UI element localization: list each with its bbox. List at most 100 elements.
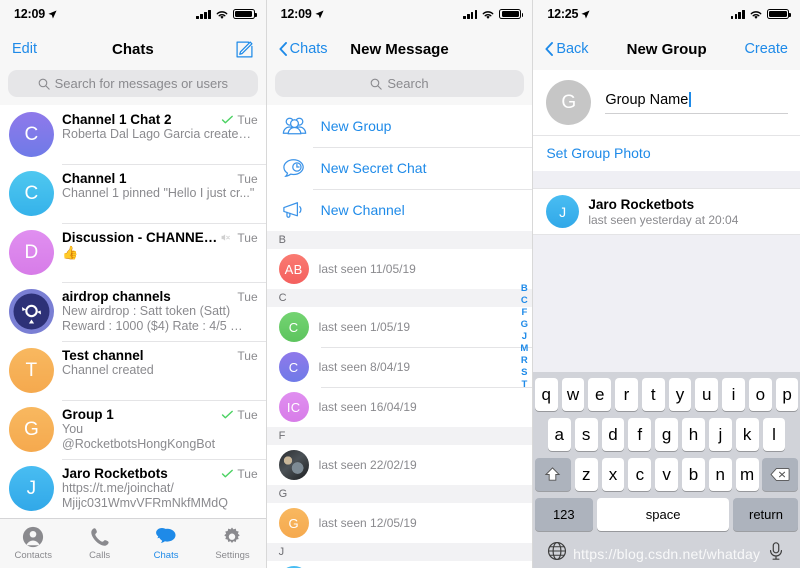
- key-r[interactable]: r: [615, 378, 638, 411]
- search-input[interactable]: Search for messages or users: [8, 70, 258, 97]
- keyboard-row-1[interactable]: qwertyuiop: [534, 378, 799, 411]
- key-g[interactable]: g: [655, 418, 679, 451]
- numbers-key[interactable]: 123: [534, 498, 593, 531]
- key-p[interactable]: p: [775, 378, 799, 411]
- back-button[interactable]: Back: [545, 41, 589, 57]
- key-e[interactable]: e: [588, 378, 612, 411]
- alphabet-index[interactable]: BCFGJMRST: [520, 283, 528, 390]
- tab-chats[interactable]: Chats: [133, 526, 199, 561]
- contact-row[interactable]: Clast seen 8/04/19: [266, 347, 533, 387]
- avatar: C: [9, 112, 54, 157]
- key-i[interactable]: i: [722, 378, 745, 411]
- chat-preview-2: Reward : 1000 ($4) Rate : 4/5 ⭐⭐...: [62, 319, 258, 333]
- chat-preview: Channel created: [62, 363, 154, 377]
- key-y[interactable]: y: [668, 378, 692, 411]
- chat-row-content: Channel 1 Tue Channel 1 pinned "Hello I ju…: [54, 171, 266, 216]
- key-d[interactable]: d: [601, 418, 625, 451]
- az-index-letter[interactable]: F: [521, 307, 527, 318]
- contact-row[interactable]: AB last seen 11/05/19: [266, 249, 533, 289]
- key-z[interactable]: z: [574, 458, 598, 491]
- az-index-letter[interactable]: J: [522, 331, 527, 342]
- az-index-letter[interactable]: R: [521, 355, 528, 366]
- az-index-letter[interactable]: T: [521, 379, 527, 390]
- chat-row[interactable]: airdrop channels Tue New airdrop : Satt to…: [0, 282, 266, 341]
- chat-row[interactable]: C Channel 1 Chat 2 Tue Roberta Dal Lago Gar…: [0, 105, 266, 164]
- key-l[interactable]: l: [762, 418, 786, 451]
- create-button[interactable]: Create: [744, 41, 788, 57]
- chat-list[interactable]: C Channel 1 Chat 2 Tue Roberta Dal Lago Gar…: [0, 105, 266, 568]
- member-row[interactable]: J Jaro Rocketbots last seen yesterday at…: [533, 188, 800, 235]
- panel-new-group: 12:25 Back New Group Create G Group Name: [533, 0, 800, 568]
- new-message-actions[interactable]: New Group New Secret Chat New Channel: [266, 105, 533, 231]
- key-f[interactable]: f: [628, 418, 652, 451]
- contacts-list[interactable]: B AB last seen 11/05/19 C Clast seen 1/05/19…: [266, 231, 533, 568]
- tab-calls[interactable]: Calls: [66, 526, 132, 561]
- space-key[interactable]: space: [596, 498, 730, 531]
- az-index-letter[interactable]: C: [521, 295, 528, 306]
- key-w[interactable]: w: [561, 378, 585, 411]
- az-index-letter[interactable]: S: [521, 367, 527, 378]
- chat-row[interactable]: C Channel 1 Tue Channel 1 pinned "Hello I j…: [0, 164, 266, 223]
- muted-icon: [221, 234, 231, 241]
- backspace-key[interactable]: [762, 458, 799, 491]
- key-x[interactable]: x: [601, 458, 625, 491]
- tab-bar[interactable]: Contacts Calls Chats Settings: [0, 518, 266, 568]
- az-index-letter[interactable]: M: [520, 343, 528, 354]
- return-key[interactable]: return: [733, 498, 799, 531]
- shift-key[interactable]: [534, 458, 571, 491]
- tab-settings[interactable]: Settings: [199, 526, 265, 561]
- key-c[interactable]: c: [628, 458, 652, 491]
- chat-row[interactable]: J Jaro Rocketbots Tue https://t.me/joinchat…: [0, 459, 266, 518]
- contact-row[interactable]: Clast seen 1/05/19: [266, 307, 533, 347]
- key-t[interactable]: t: [641, 378, 665, 411]
- key-m[interactable]: m: [735, 458, 759, 491]
- contact-row[interactable]: Jlast seen yesterday at 20:04: [266, 561, 533, 568]
- key-k[interactable]: k: [735, 418, 759, 451]
- key-j[interactable]: j: [708, 418, 732, 451]
- back-to-chats-button[interactable]: Chats: [279, 41, 328, 57]
- group-avatar[interactable]: G: [546, 80, 592, 125]
- nav-bar-new-message: Chats New Message: [266, 28, 533, 70]
- contact-row[interactable]: IC last seen 16/04/19: [266, 387, 533, 427]
- action-new-channel[interactable]: New Channel: [266, 189, 533, 231]
- set-group-photo-button[interactable]: Set Group Photo: [533, 135, 800, 171]
- key-a[interactable]: a: [547, 418, 571, 451]
- globe-icon[interactable]: [547, 541, 567, 561]
- cellular-signal-icon: [463, 9, 478, 19]
- action-new-group[interactable]: New Group: [266, 105, 533, 147]
- key-u[interactable]: u: [695, 378, 719, 411]
- chevron-left-icon: [545, 42, 554, 56]
- group-name-input[interactable]: Group Name: [605, 92, 788, 114]
- contact-row[interactable]: Glast seen 12/05/19: [266, 503, 533, 543]
- contact-last-seen: last seen 22/02/19: [318, 458, 417, 472]
- keyboard-row-3[interactable]: zxcvbnm: [534, 458, 799, 491]
- key-q[interactable]: q: [534, 378, 558, 411]
- edit-button[interactable]: Edit: [12, 41, 37, 57]
- compose-icon[interactable]: [235, 40, 254, 59]
- contact-row[interactable]: last seen 22/02/19: [266, 445, 533, 485]
- microphone-icon[interactable]: [766, 541, 786, 561]
- key-n[interactable]: n: [708, 458, 732, 491]
- chat-row[interactable]: G Group 1 Tue You @RocketbotsHongKongBot: [0, 400, 266, 459]
- tab-contacts[interactable]: Contacts: [0, 526, 66, 561]
- status-time: 12:09: [14, 7, 57, 21]
- keyboard-bottom-row[interactable]: [535, 538, 799, 568]
- keyboard-letters-row-3[interactable]: zxcvbnm: [574, 458, 759, 491]
- az-index-letter[interactable]: G: [521, 319, 528, 330]
- chat-row[interactable]: D Discussion - CHANNEL 1 Tue 👍: [0, 223, 266, 282]
- key-h[interactable]: h: [682, 418, 705, 451]
- search-input[interactable]: Search: [274, 70, 525, 97]
- cellular-signal-icon: [196, 9, 211, 19]
- avatar: C: [9, 171, 54, 216]
- keyboard-row-2[interactable]: asdfghjkl: [535, 418, 799, 451]
- key-o[interactable]: o: [748, 378, 772, 411]
- wifi-icon: [482, 10, 494, 19]
- key-s[interactable]: s: [574, 418, 598, 451]
- action-new-secret-chat[interactable]: New Secret Chat: [266, 147, 533, 189]
- keyboard-row-4[interactable]: 123 space return: [534, 498, 799, 531]
- key-v[interactable]: v: [655, 458, 679, 491]
- az-index-letter[interactable]: B: [521, 283, 528, 294]
- on-screen-keyboard[interactable]: qwertyuiop asdfghjkl zxcvbnm 123 space r…: [533, 372, 800, 568]
- chat-row[interactable]: T Test channel Tue Channel created: [0, 341, 266, 400]
- key-b[interactable]: b: [682, 458, 705, 491]
